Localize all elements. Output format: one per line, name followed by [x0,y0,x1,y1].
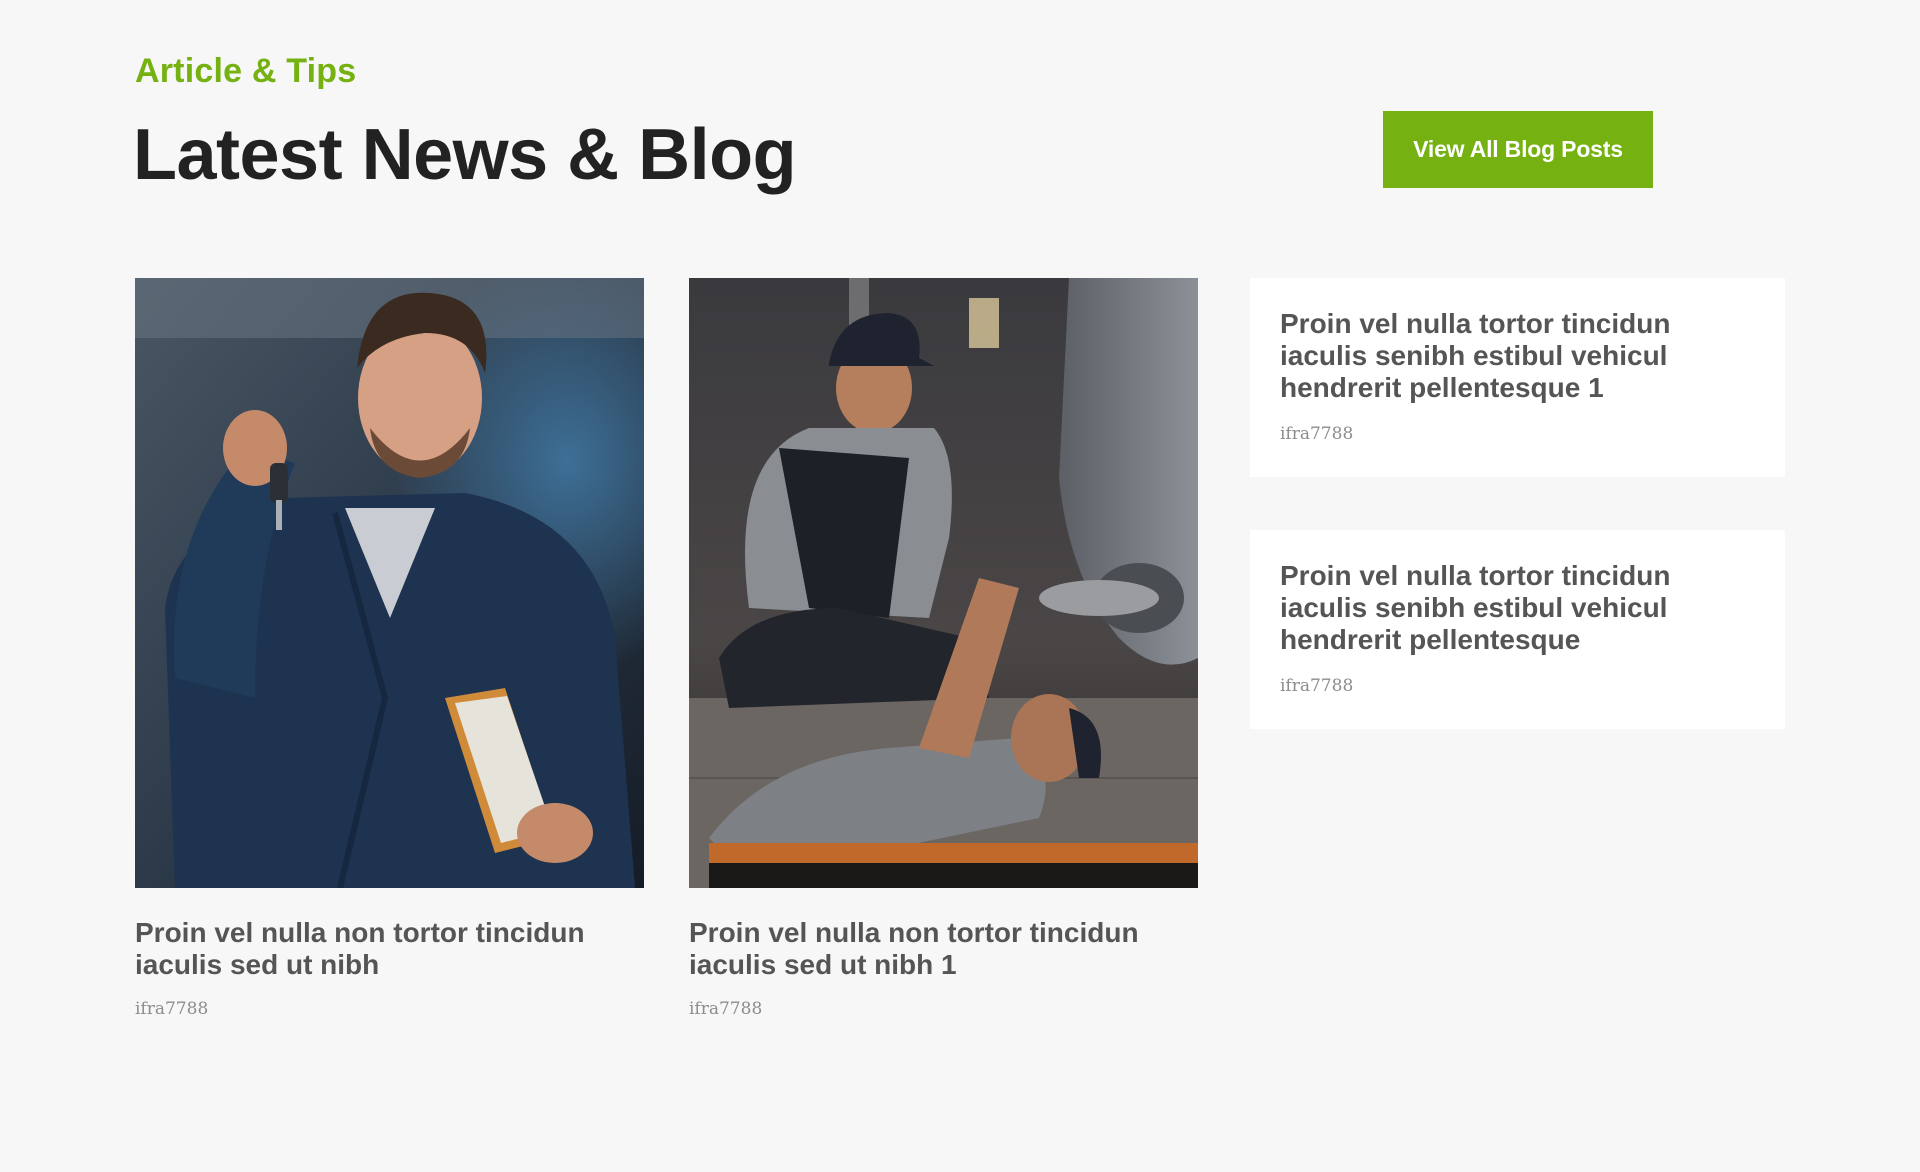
mechanics-repairing-car-image [689,278,1198,888]
featured-post-card: Proin vel nulla non tortor tincidun iacu… [689,278,1198,1019]
featured-post-card: Proin vel nulla non tortor tincidun iacu… [135,278,644,1019]
mechanic-holding-keys-image [135,278,644,888]
featured-post-image-link[interactable] [135,278,644,888]
section-eyebrow: Article & Tips [135,52,357,90]
post-author: ifra7788 [689,999,763,1019]
blog-section: Article & Tips Latest News & Blog View A… [0,0,1920,1172]
post-author: ifra7788 [135,999,209,1019]
featured-post-title-link[interactable]: Proin vel nulla non tortor tincidun iacu… [135,917,615,981]
featured-post-image-link[interactable] [689,278,1198,888]
post-author: ifra7788 [1280,676,1354,696]
side-post-card: Proin vel nulla tortor tincidun iaculis … [1250,278,1785,477]
post-author: ifra7788 [1280,424,1354,444]
section-heading: Latest News & Blog [133,115,797,195]
side-post-title-link[interactable]: Proin vel nulla tortor tincidun iaculis … [1280,560,1755,656]
view-all-blog-posts-button[interactable]: View All Blog Posts [1383,111,1653,188]
featured-post-title-link[interactable]: Proin vel nulla non tortor tincidun iacu… [689,917,1169,981]
side-post-title-link[interactable]: Proin vel nulla tortor tincidun iaculis … [1280,308,1755,404]
side-post-card: Proin vel nulla tortor tincidun iaculis … [1250,530,1785,729]
